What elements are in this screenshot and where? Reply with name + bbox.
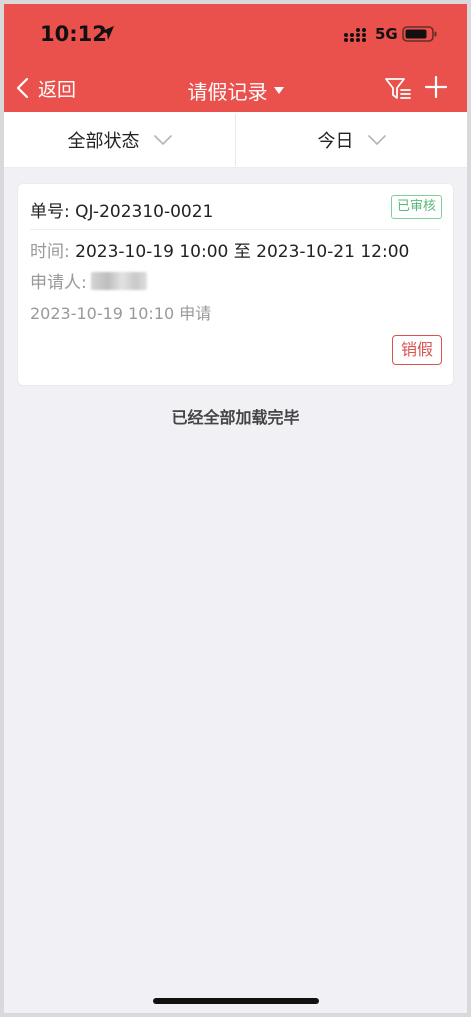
order-number-row: 单号: QJ-202310-0021 bbox=[30, 197, 213, 222]
signal-icon bbox=[344, 28, 366, 42]
nav-bar: 返回 请假记录 bbox=[4, 64, 467, 112]
date-filter-label: 今日 bbox=[317, 131, 354, 152]
applicant-name-blurred bbox=[90, 271, 147, 290]
battery-icon bbox=[402, 26, 437, 42]
status-filter-dropdown[interactable]: 全部状态 bbox=[4, 112, 235, 168]
app-screen: 10:12 5G 返回 请假记录 全部状态 今日 单号: QJ-202310-0… bbox=[4, 4, 467, 1013]
applicant-row: 申请人: bbox=[30, 268, 147, 293]
home-indicator[interactable] bbox=[153, 998, 319, 1004]
status-filter-label: 全部状态 bbox=[67, 131, 140, 152]
status-badge: 已审核 bbox=[390, 195, 442, 219]
order-label: 单号: bbox=[30, 202, 70, 222]
status-bar: 10:12 5G bbox=[4, 4, 467, 64]
location-arrow-icon bbox=[100, 26, 114, 40]
network-type: 5G bbox=[375, 25, 398, 43]
add-icon[interactable] bbox=[424, 75, 448, 99]
chevron-down-icon bbox=[367, 134, 386, 145]
list-end-text: 已经全部加载完毕 bbox=[171, 408, 300, 427]
leave-record-card[interactable]: 单号: QJ-202310-0021 已审核 时间: 2023-10-19 10… bbox=[17, 183, 454, 386]
page-title: 请假记录 bbox=[187, 80, 268, 104]
cancel-leave-button[interactable]: 销假 bbox=[391, 335, 442, 365]
caret-down-icon bbox=[273, 86, 284, 94]
chevron-down-icon bbox=[153, 134, 172, 145]
filter-icon[interactable] bbox=[384, 76, 412, 102]
applied-at: 2023-10-19 10:10 申请 bbox=[30, 304, 212, 323]
filter-tabs: 全部状态 今日 bbox=[4, 112, 467, 168]
status-time: 10:12 bbox=[40, 22, 107, 46]
order-number: QJ-202310-0021 bbox=[75, 202, 214, 222]
leave-time-row: 时间: 2023-10-19 10:00 至 2023-10-21 12:00 bbox=[30, 237, 409, 262]
time-label: 时间: bbox=[30, 242, 70, 262]
applicant-label: 申请人: bbox=[30, 273, 87, 293]
date-filter-dropdown[interactable]: 今日 bbox=[236, 112, 467, 168]
page-title-dropdown[interactable]: 请假记录 bbox=[188, 76, 284, 105]
time-range: 2023-10-19 10:00 至 2023-10-21 12:00 bbox=[75, 242, 410, 262]
card-divider bbox=[30, 229, 441, 230]
